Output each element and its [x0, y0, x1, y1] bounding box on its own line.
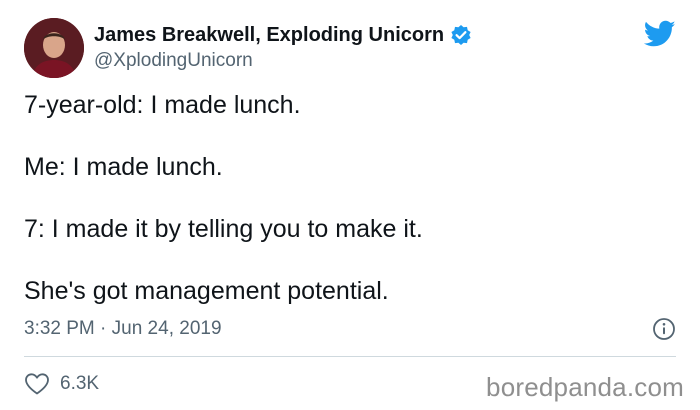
profile-photo-icon	[24, 18, 84, 78]
author-handle[interactable]: @XplodingUnicorn	[94, 50, 253, 72]
tweet-text: 7-year-old: I made lunch. Me: I made lun…	[24, 90, 676, 338]
divider	[24, 356, 676, 357]
tweet-line: Me: I made lunch.	[24, 153, 223, 181]
tweet-timestamp[interactable]: 3:32 PM · Jun 24, 2019	[24, 318, 222, 340]
info-icon[interactable]	[652, 317, 676, 341]
author-name-row: James Breakwell, Exploding Unicorn	[94, 22, 472, 48]
tweet-line: 7: I made it by telling you to make it.	[24, 215, 423, 243]
like-count: 6.3K	[60, 373, 100, 394]
tweet-line: 7-year-old: I made lunch.	[24, 91, 301, 119]
heart-icon	[24, 372, 50, 396]
author-avatar[interactable]	[24, 18, 84, 78]
tweet-card: James Breakwell, Exploding Unicorn @Xplo…	[0, 0, 700, 410]
twitter-bird-icon[interactable]	[643, 20, 676, 48]
boredpanda-watermark: boredpanda.com	[486, 372, 684, 402]
like-button[interactable]: 6.3K	[24, 370, 99, 398]
verified-badge-icon	[450, 24, 472, 46]
author-display-name[interactable]: James Breakwell, Exploding Unicorn	[94, 24, 444, 47]
tweet-line: She's got management potential.	[24, 277, 389, 305]
